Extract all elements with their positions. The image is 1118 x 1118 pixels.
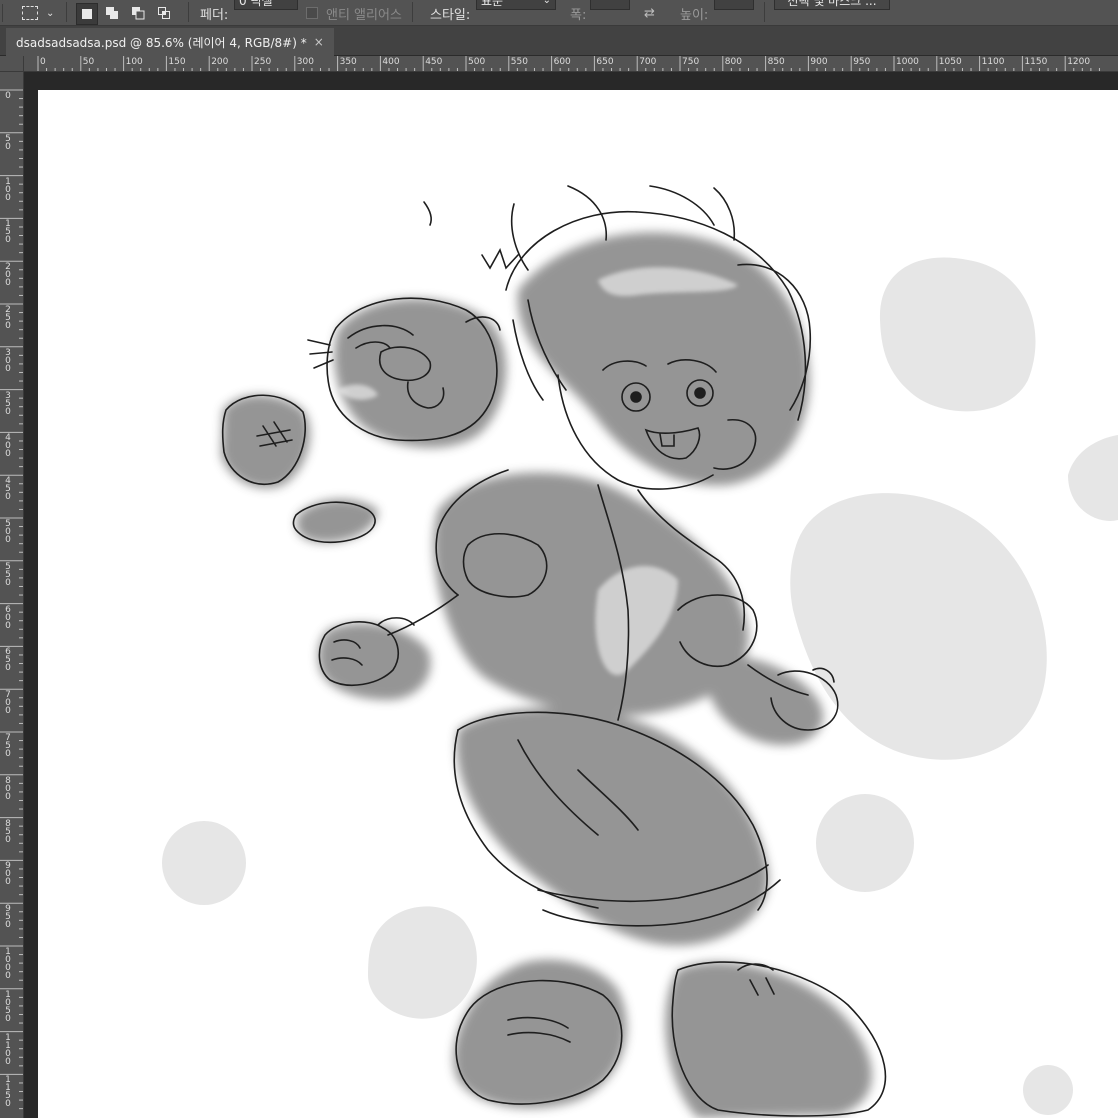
style-select[interactable]: 표준 ⌄ (476, 0, 556, 10)
intersect-selection-icon (158, 7, 170, 19)
document-tab-title: dsadsadsadsa.psd @ 85.6% (레이어 4, RGB/8#)… (16, 35, 307, 50)
ruler-label: 750 (682, 57, 700, 67)
horizontal-ruler[interactable]: 0 50 100 150 200 250 300 350 400 450 500 550 600 650 7… (24, 56, 1118, 72)
ruler-label: 400 (5, 433, 11, 460)
checkbox-icon (306, 7, 318, 19)
blob-mid-right (816, 794, 914, 892)
ruler-label: 500 (468, 57, 486, 67)
blob-large-right (790, 493, 1047, 760)
subtract-selection-button[interactable] (128, 3, 148, 23)
ruler-label: 300 (296, 57, 314, 67)
ruler-label: 900 (810, 57, 828, 67)
subtract-selection-icon (132, 7, 145, 20)
ruler-label: 250 (254, 57, 272, 67)
swap-dimensions-icon[interactable]: ⇄ (644, 0, 655, 26)
ruler-label: 1200 (1067, 57, 1091, 67)
ruler-label: 850 (767, 57, 785, 67)
blob-lower-left (368, 906, 477, 1019)
ruler-label: 800 (5, 775, 11, 802)
ruler-label: 150 (5, 219, 11, 246)
document-tab[interactable]: dsadsadsadsa.psd @ 85.6% (레이어 4, RGB/8#)… (6, 28, 334, 56)
ruler-label: 450 (5, 476, 11, 503)
blob-top-right (879, 257, 1036, 412)
ruler-label: 550 (510, 57, 528, 67)
ruler-label: 900 (5, 861, 11, 888)
ruler-label: 1000 (5, 947, 11, 981)
ruler-label: 200 (211, 57, 229, 67)
toolbar-edge (2, 0, 3, 26)
ruler-label: 1050 (938, 57, 962, 67)
ruler-label: 450 (425, 57, 443, 67)
ruler-label: 400 (382, 57, 400, 67)
ruler-label: 50 (5, 133, 11, 152)
ruler-label: 1100 (981, 57, 1005, 67)
antialias-checkbox[interactable]: 앤티 앨리어스 (306, 0, 402, 26)
vertical-ruler[interactable]: 0 50 100 150 200 250 300 350 400 450 500 550 600 650 7… (0, 72, 24, 1118)
feather-label: 페더: (200, 7, 229, 23)
style-value: 표준 (481, 0, 504, 8)
document-tab-bar: dsadsadsadsa.psd @ 85.6% (레이어 4, RGB/8#)… (0, 26, 1118, 56)
ruler-label: 200 (5, 262, 11, 289)
ruler-label: 100 (125, 57, 143, 67)
ruler-label: 750 (5, 733, 11, 759)
blob-right-edge (1068, 435, 1118, 521)
width-input[interactable] (590, 0, 630, 10)
chevron-down-icon: ⌄ (542, 0, 551, 6)
ruler-label: 700 (639, 57, 657, 67)
ruler-label: 600 (553, 57, 571, 67)
feather-input[interactable]: 0 픽셀 (234, 0, 298, 10)
chevron-down-icon: ⌄ (46, 7, 55, 19)
width-label: 폭: (570, 7, 587, 23)
style-label: 스타일: (430, 7, 471, 23)
document-canvas[interactable] (38, 90, 1118, 1118)
ruler-label: 350 (5, 390, 11, 417)
ruler-label: 950 (5, 904, 11, 931)
ruler-label: 700 (5, 690, 11, 717)
add-selection-icon (106, 7, 118, 19)
ruler-label: 850 (5, 818, 11, 845)
ruler-label: 1050 (5, 989, 11, 1024)
ruler-label: 1150 (1024, 57, 1048, 67)
options-bar: ⌄ 페더: 0 픽셀 앤티 앨리어스 스타일: 표준 ⌄ 폭: ⇄ 높이: 선택… (0, 0, 1118, 26)
blob-bottom-right (1023, 1065, 1073, 1115)
ruler-label: 1150 (5, 1075, 11, 1110)
ruler-label: 800 (724, 57, 742, 67)
close-icon[interactable]: × (314, 35, 324, 49)
ruler-label: 550 (5, 561, 11, 588)
ruler-origin[interactable] (0, 56, 24, 72)
ruler-label: 300 (5, 347, 11, 374)
ruler-label: 1100 (5, 1032, 11, 1067)
ruler-label: 100 (5, 176, 11, 203)
ruler-label: 350 (339, 57, 357, 67)
ruler-label: 650 (596, 57, 614, 67)
rect-marquee-icon (22, 6, 38, 20)
height-input[interactable] (714, 0, 754, 10)
sketch-artwork (162, 185, 1118, 1118)
blob-left (162, 821, 246, 905)
add-selection-button[interactable] (102, 3, 122, 23)
ruler-label: 600 (5, 604, 11, 631)
ruler-label: 950 (853, 57, 871, 67)
ruler-label: 150 (168, 57, 186, 67)
ruler-label: 0 (40, 57, 46, 67)
intersect-selection-button[interactable] (154, 3, 174, 23)
new-selection-button[interactable] (76, 3, 98, 25)
antialias-label: 앤티 앨리어스 (326, 7, 402, 23)
ruler-label: 250 (5, 305, 11, 331)
ruler-label: 650 (5, 647, 11, 674)
ruler-label: 1000 (896, 57, 919, 67)
marquee-tool-preset[interactable]: ⌄ (22, 0, 54, 26)
select-and-mask-button[interactable]: 선택 및 마스크 ... (774, 0, 890, 10)
ruler-label: 0 (5, 91, 11, 101)
new-selection-icon (82, 9, 92, 19)
ruler-label: 500 (5, 519, 11, 545)
ruler-label: 50 (82, 57, 95, 67)
height-label: 높이: (680, 7, 709, 23)
